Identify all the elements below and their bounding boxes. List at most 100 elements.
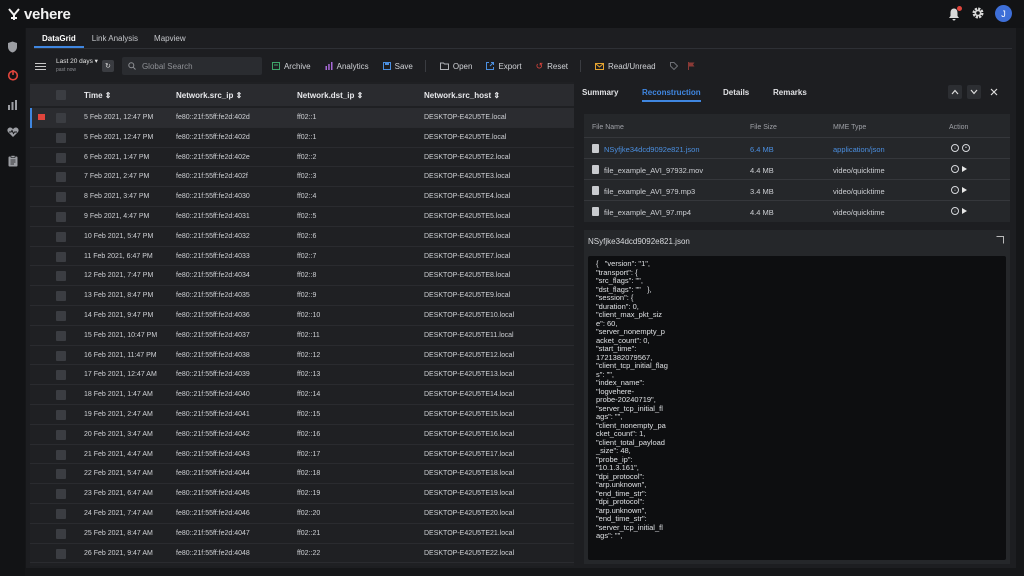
- power-icon[interactable]: [6, 68, 19, 81]
- row-checkbox[interactable]: [56, 469, 66, 480]
- row-checkbox[interactable]: [56, 429, 66, 440]
- play-icon[interactable]: [962, 187, 967, 193]
- file-row[interactable]: file_example_AVI_97932.mov 4.4 MB video/qu…: [584, 158, 1010, 179]
- table-row[interactable]: 12 Feb 2021, 7:47 PM fe80::21f:55ff:fe2d:…: [30, 266, 574, 287]
- table-row[interactable]: 13 Feb 2021, 8:47 PM fe80::21f:55ff:fe2d:…: [30, 286, 574, 306]
- expand-icon[interactable]: [996, 236, 1004, 244]
- tab-reconstruction[interactable]: Reconstruction: [642, 88, 701, 102]
- view-icon[interactable]: •: [962, 144, 970, 152]
- date-range-picker[interactable]: Last 20 days ▾ past now: [56, 58, 98, 74]
- row-checkbox[interactable]: [56, 132, 66, 143]
- tag-button[interactable]: [669, 62, 678, 70]
- download-icon[interactable]: ↓: [951, 186, 959, 194]
- table-row[interactable]: 7 Feb 2021, 2:47 PM fe80::21f:55ff:fe2d:4…: [30, 167, 574, 188]
- save-button[interactable]: Save: [382, 62, 413, 71]
- row-checkbox[interactable]: [56, 370, 66, 381]
- row-checkbox[interactable]: [56, 410, 66, 420]
- search-input[interactable]: [139, 60, 250, 72]
- download-icon[interactable]: ↓: [951, 144, 959, 152]
- column-header-dst-ip[interactable]: Network.dst_ip ⇕: [297, 91, 363, 100]
- column-header-src-ip[interactable]: Network.src_ip ⇕: [176, 91, 242, 100]
- play-icon[interactable]: [962, 208, 967, 214]
- table-row[interactable]: 26 Feb 2021, 9:47 AM fe80::21f:55ff:fe2d:…: [30, 544, 574, 564]
- clipboard-icon[interactable]: [6, 154, 19, 167]
- tab-mapview[interactable]: Mapview: [146, 32, 194, 48]
- file-name[interactable]: file_example_AVI_97.mp4: [604, 208, 691, 217]
- notifications-icon[interactable]: [947, 5, 962, 21]
- analytics-button[interactable]: Analytics: [325, 62, 369, 71]
- menu-icon[interactable]: [35, 62, 46, 70]
- table-row[interactable]: 19 Feb 2021, 2:47 AM fe80::21f:55ff:fe2d:…: [30, 405, 574, 425]
- flag-button[interactable]: [687, 62, 695, 70]
- table-row[interactable]: 14 Feb 2021, 9:47 PM fe80::21f:55ff:fe2d:…: [30, 306, 574, 326]
- brand-logo[interactable]: vehere: [7, 6, 71, 23]
- file-row[interactable]: NSyfjke34dcd9092e821.json 6.4 MB applicati…: [584, 137, 1010, 158]
- row-checkbox[interactable]: [56, 251, 66, 262]
- bar-chart-icon[interactable]: [6, 98, 19, 111]
- row-checkbox[interactable]: [56, 528, 66, 539]
- column-header-time[interactable]: Time ⇕: [84, 91, 111, 100]
- select-all-checkbox[interactable]: [56, 90, 66, 100]
- table-row[interactable]: 23 Feb 2021, 6:47 AM fe80::21f:55ff:fe2d:…: [30, 484, 574, 504]
- user-avatar[interactable]: J: [995, 5, 1012, 22]
- download-icon[interactable]: ↓: [951, 165, 959, 173]
- table-row[interactable]: 10 Feb 2021, 5:47 PM fe80::21f:55ff:fe2d:…: [30, 227, 574, 247]
- tab-details[interactable]: Details: [723, 88, 749, 97]
- row-checkbox[interactable]: [56, 330, 66, 341]
- json-content-panel[interactable]: { "version": "1", "transport": { "src_fl…: [588, 256, 1006, 560]
- table-row[interactable]: 15 Feb 2021, 10:47 PM fe80::21f:55ff:fe2d…: [30, 326, 574, 346]
- chevron-down-icon[interactable]: [967, 85, 981, 99]
- table-row[interactable]: 24 Feb 2021, 7:47 AM fe80::21f:55ff:fe2d:…: [30, 504, 574, 524]
- table-row[interactable]: 20 Feb 2021, 3:47 AM fe80::21f:55ff:fe2d:…: [30, 425, 574, 445]
- tab-datagrid[interactable]: DataGrid: [34, 32, 84, 48]
- play-icon[interactable]: [962, 166, 967, 172]
- table-row[interactable]: 25 Feb 2021, 8:47 AM fe80::21f:55ff:fe2d:…: [30, 524, 574, 544]
- row-checkbox[interactable]: [56, 311, 66, 321]
- tab-summary[interactable]: Summary: [582, 88, 618, 97]
- row-checkbox[interactable]: [56, 350, 66, 361]
- tab-remarks[interactable]: Remarks: [773, 88, 807, 97]
- row-checkbox[interactable]: [56, 212, 66, 222]
- row-checkbox[interactable]: [56, 548, 66, 559]
- table-row[interactable]: 5 Feb 2021, 12:47 PM fe80::21f:55ff:fe2d:…: [30, 108, 574, 128]
- close-icon[interactable]: [987, 85, 1001, 99]
- row-checkbox[interactable]: [56, 113, 66, 123]
- file-row[interactable]: file_example_AVI_97.mp4 4.4 MB video/quick…: [584, 200, 1010, 221]
- file-name[interactable]: file_example_AVI_979.mp3: [604, 187, 695, 196]
- export-button[interactable]: Export: [486, 62, 522, 71]
- table-row[interactable]: 17 Feb 2021, 12:47 AM fe80::21f:55ff:fe2d…: [30, 365, 574, 386]
- open-button[interactable]: Open: [439, 62, 472, 71]
- chevron-up-icon[interactable]: [948, 85, 962, 99]
- file-name[interactable]: NSyfjke34dcd9092e821.json: [604, 145, 700, 154]
- column-header-src-host[interactable]: Network.src_host ⇕: [424, 91, 500, 100]
- table-row[interactable]: 9 Feb 2021, 4:47 PM fe80::21f:55ff:fe2d:4…: [30, 207, 574, 227]
- table-row[interactable]: 11 Feb 2021, 6:47 PM fe80::21f:55ff:fe2d:…: [30, 247, 574, 267]
- table-row[interactable]: 18 Feb 2021, 1:47 AM fe80::21f:55ff:fe2d:…: [30, 385, 574, 405]
- row-checkbox[interactable]: [56, 152, 66, 163]
- table-row[interactable]: 6 Feb 2021, 1:47 PM fe80::21f:55ff:fe2d:4…: [30, 148, 574, 168]
- row-checkbox[interactable]: [56, 172, 66, 183]
- table-row[interactable]: 21 Feb 2021, 4:47 AM fe80::21f:55ff:fe2d:…: [30, 445, 574, 465]
- row-checkbox[interactable]: [56, 489, 66, 500]
- settings-gear-icon[interactable]: [971, 6, 985, 22]
- file-name[interactable]: file_example_AVI_97932.mov: [604, 166, 703, 175]
- shield-icon[interactable]: [6, 40, 19, 53]
- table-row[interactable]: 16 Feb 2021, 11:47 PM fe80::21f:55ff:fe2d…: [30, 346, 574, 366]
- table-row[interactable]: 22 Feb 2021, 5:47 AM fe80::21f:55ff:fe2d:…: [30, 464, 574, 485]
- row-checkbox[interactable]: [56, 509, 66, 519]
- row-checkbox[interactable]: [56, 291, 66, 302]
- heart-pulse-icon[interactable]: [6, 126, 19, 139]
- reset-button[interactable]: ↺ Reset: [536, 61, 568, 72]
- refresh-button[interactable]: ↻: [101, 60, 114, 72]
- table-row[interactable]: 8 Feb 2021, 3:47 PM fe80::21f:55ff:fe2d:4…: [30, 187, 574, 207]
- row-checkbox[interactable]: [56, 271, 66, 282]
- row-checkbox[interactable]: [56, 390, 66, 401]
- tab-link-analysis[interactable]: Link Analysis: [84, 32, 146, 48]
- table-row[interactable]: 5 Feb 2021, 12:47 PM fe80::21f:55ff:fe2d:…: [30, 128, 574, 148]
- read-unread-button[interactable]: Read/Unread: [595, 62, 656, 71]
- row-checkbox[interactable]: [56, 449, 66, 460]
- row-checkbox[interactable]: [56, 192, 66, 203]
- file-row[interactable]: file_example_AVI_979.mp3 3.4 MB video/quic…: [584, 179, 1010, 200]
- archive-button[interactable]: Archive: [271, 62, 311, 71]
- row-checkbox[interactable]: [56, 231, 66, 242]
